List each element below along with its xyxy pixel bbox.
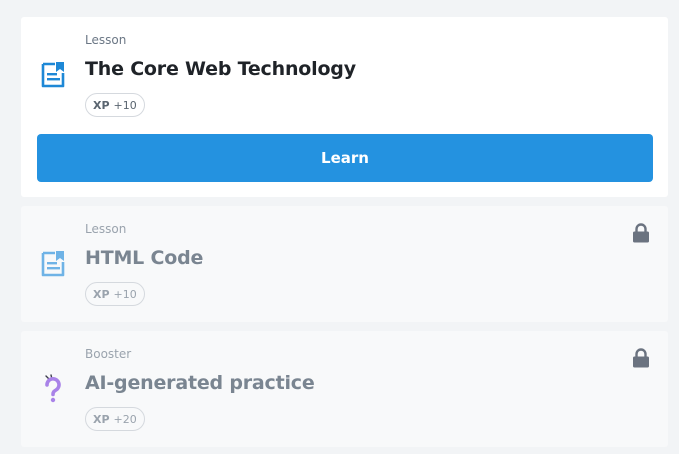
booster-card-ai-practice[interactable]: Booster AI-generated practice XP +20 [21, 331, 668, 447]
xp-badge: XP +10 [85, 93, 145, 117]
xp-value: +20 [113, 412, 137, 426]
xp-badge: XP +20 [85, 407, 145, 431]
lesson-document-icon [41, 251, 65, 277]
card-title: The Core Web Technology [85, 58, 356, 80]
lock-icon [633, 348, 649, 368]
card-kind-label: Lesson [85, 33, 127, 47]
xp-badge: XP +10 [85, 282, 145, 306]
card-title: AI-generated practice [85, 372, 315, 394]
xp-value: +10 [113, 287, 137, 301]
learn-button[interactable]: Learn [37, 134, 653, 182]
lesson-document-icon [41, 62, 65, 88]
lesson-card-core-web: Lesson The Core Web Technology XP +10 Le… [21, 17, 668, 197]
lesson-card-html-code[interactable]: Lesson HTML Code XP +10 [21, 206, 668, 322]
lock-icon [633, 223, 649, 243]
card-kind-label: Lesson [85, 222, 127, 236]
xp-label: XP [93, 287, 110, 301]
card-title: HTML Code [85, 247, 204, 269]
xp-label: XP [93, 412, 110, 426]
xp-value: +10 [113, 98, 137, 112]
xp-label: XP [93, 98, 110, 112]
card-kind-label: Booster [85, 347, 132, 361]
question-mark-icon [45, 374, 61, 403]
